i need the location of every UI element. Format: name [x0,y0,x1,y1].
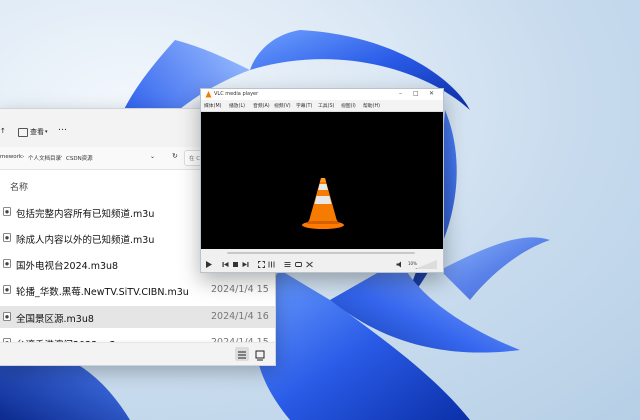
window-title: VLC media player [214,91,259,97]
loop-button[interactable] [294,260,303,269]
stop-icon [233,262,238,267]
details-view-button[interactable] [235,347,249,361]
fullscreen-icon [258,261,265,268]
menu-subtitle[interactable]: 字幕(T) [296,102,312,109]
seek-track[interactable] [227,252,415,254]
previous-button[interactable] [221,260,230,269]
loop-icon [295,262,302,267]
volume-slider[interactable] [415,260,437,270]
status-bar [0,342,275,365]
playlist-file-icon [3,312,11,321]
sort-button[interactable]: ↑ [0,127,6,135]
mute-button[interactable] [395,260,404,269]
menu-playback[interactable]: 播放(L) [229,102,245,109]
file-list-item[interactable]: 轮播_华数.黑莓.NewTV.SiTV.CIBN.m3u 2024/1/4 15 [0,279,275,301]
stop-button[interactable] [231,260,240,269]
playlist-file-icon [3,259,11,268]
next-icon [242,262,249,267]
tiles-view-icon [255,350,265,361]
menu-view[interactable]: 视图(I) [341,102,356,109]
file-date: 2024/1/4 16 [211,311,269,322]
vlc-cone-icon [302,178,344,229]
file-name: 除成人内容以外的已知频道.m3u [16,235,155,246]
playlist-file-icon [3,233,11,242]
vlc-logo-icon [205,91,212,98]
more-options-button[interactable]: … [58,123,67,133]
vlc-window: VLC media player – □ ✕ 媒体(M) 播放(L) 音频(A)… [200,88,444,273]
vlc-controls: 10% [201,257,443,272]
menu-help[interactable]: 帮助(H) [363,102,380,109]
next-button[interactable] [241,260,250,269]
breadcrumb-item[interactable]: 个人文档目录 [28,154,61,162]
video-area[interactable] [201,112,443,249]
breadcrumb-item[interactable]: mework [0,154,22,160]
previous-icon [222,262,229,267]
equalizer-icon [268,261,275,268]
breadcrumb-item[interactable]: CSDN资源 [66,154,93,162]
playlist-button[interactable] [283,260,292,269]
tiles-view-button[interactable] [253,347,267,361]
playlist-file-icon [3,285,11,294]
seek-bar[interactable] [201,249,443,257]
file-name: 包括完整内容所有已知频道.m3u [16,209,155,220]
breadcrumb-separator: › [22,154,25,160]
menu-audio[interactable]: 音频(A) [253,102,270,109]
shuffle-icon [306,261,313,268]
view-icon [18,128,28,137]
refresh-icon[interactable]: ↻ [172,152,178,160]
minimize-button[interactable]: – [399,90,402,97]
play-button[interactable] [204,260,213,269]
chevron-down-icon[interactable]: ⌄ [150,153,155,160]
volume-track [415,260,437,269]
maximize-button[interactable]: □ [413,90,419,97]
speaker-icon [396,261,401,268]
details-view-icon [238,351,246,359]
play-icon [206,261,212,268]
volume-level [415,268,418,269]
fullscreen-button[interactable] [257,260,266,269]
view-menu-button[interactable]: 查看 [30,127,44,137]
menu-tools[interactable]: 工具(S) [318,102,334,109]
column-header-name[interactable]: 名称 [10,180,28,193]
shuffle-button[interactable] [305,260,314,269]
menu-video[interactable]: 视频(V) [274,102,291,109]
vlc-titlebar[interactable]: VLC media player – □ ✕ [201,89,443,100]
menu-media[interactable]: 媒体(M) [204,102,221,109]
chevron-down-icon[interactable]: ▾ [45,129,48,135]
breadcrumb-separator: › [60,154,63,160]
file-date: 2024/1/4 15 [211,284,269,295]
playlist-file-icon [3,207,11,216]
playlist-icon [284,262,291,267]
vlc-menubar: 媒体(M) 播放(L) 音频(A) 视频(V) 字幕(T) 工具(S) 视图(I… [201,100,443,112]
bloom-petal [440,237,550,300]
file-name: 全国景区源.m3u8 [16,314,94,325]
file-name: 国外电视台2024.m3u8 [16,261,119,272]
extended-settings-button[interactable] [267,260,276,269]
close-button[interactable]: ✕ [429,90,434,97]
file-name: 轮播_华数.黑莓.NewTV.SiTV.CIBN.m3u [16,287,189,298]
file-list-item[interactable]: 全国景区源.m3u8 2024/1/4 16 [0,306,275,328]
